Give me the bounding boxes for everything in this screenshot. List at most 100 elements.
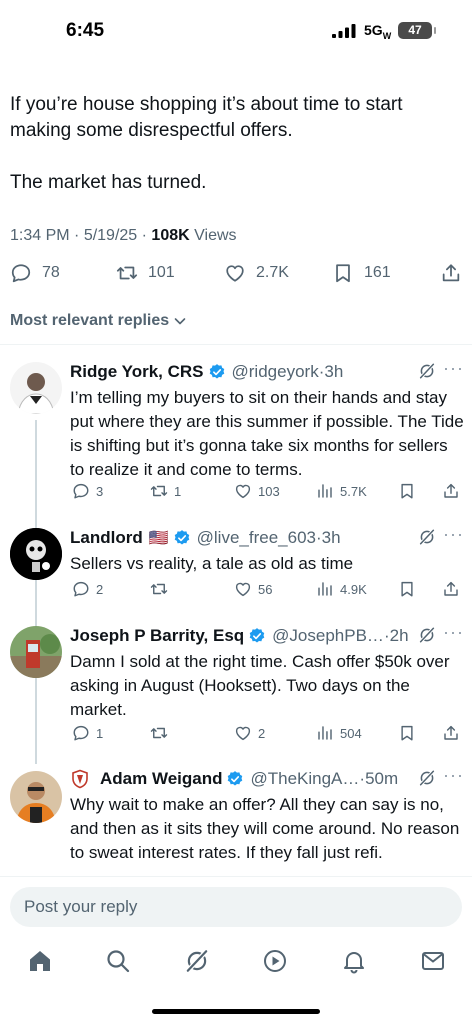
views-button[interactable]: 504 (316, 724, 362, 742)
author-name[interactable]: Ridge York, CRS (70, 362, 204, 382)
author-handle[interactable]: @JosephPB… (272, 626, 384, 646)
repost-button[interactable] (150, 724, 168, 742)
like-button[interactable]: 2.7K (224, 262, 289, 284)
like-button[interactable]: 2 (234, 724, 265, 742)
video-icon[interactable] (262, 948, 288, 974)
views-icon (316, 482, 334, 500)
author-name[interactable]: Adam Weigand (100, 769, 222, 789)
reply-action-bar: 3 1 103 5.7K (70, 482, 460, 502)
bookmark-button[interactable] (398, 482, 416, 500)
search-icon[interactable] (105, 948, 131, 974)
chevron-down-icon (174, 318, 186, 325)
share-button[interactable] (442, 482, 460, 500)
bookmark-icon (398, 724, 416, 742)
author-handle[interactable]: @TheKingA… (250, 769, 359, 789)
repost-icon (116, 262, 138, 284)
reply-text: Why wait to make an offer? All they can … (70, 795, 460, 862)
battery-icon: 47 (398, 22, 436, 39)
status-bar: 6:45 5GW 47 (0, 0, 472, 64)
reply-input[interactable]: Post your reply (10, 887, 462, 927)
more-options-icon[interactable]: ··· (443, 358, 464, 379)
grok-icon[interactable] (418, 626, 436, 644)
reply-button[interactable]: 78 (10, 262, 60, 284)
tweet-date[interactable]: 5/19/25 (84, 227, 137, 244)
like-button[interactable]: 56 (234, 580, 272, 598)
bookmark-icon (398, 482, 416, 500)
reply-header: Adam Weigand @TheKingA… · 50m (70, 767, 465, 791)
home-icon[interactable] (27, 948, 53, 974)
share-icon (440, 262, 462, 284)
share-button[interactable] (442, 580, 460, 598)
tweet-action-bar: 78 101 2.7K 161 (10, 262, 462, 288)
tweet-views-count[interactable]: 108K (151, 227, 189, 244)
tweet-text: If you’re house shopping it’s about time… (10, 92, 460, 222)
verified-badge-icon (226, 770, 244, 788)
home-indicator (152, 1009, 320, 1014)
like-button[interactable]: 103 (234, 482, 280, 500)
author-handle[interactable]: @live_free_603 (197, 528, 316, 548)
reply-button[interactable]: 2 (72, 580, 103, 598)
author-handle[interactable]: @ridgeyork (232, 362, 319, 382)
tweet-paragraph: The market has turned. (10, 172, 207, 193)
views-button[interactable]: 5.7K (316, 482, 367, 500)
grok-icon[interactable] (418, 769, 436, 787)
share-button[interactable] (440, 262, 462, 284)
reply-item[interactable]: Landlord 🇺🇸 @live_free_603 · 3h ··· Sell… (0, 524, 472, 606)
heart-icon (234, 724, 252, 742)
reply-button[interactable]: 1 (72, 724, 103, 742)
bookmark-icon (398, 580, 416, 598)
author-name[interactable]: Joseph P Barrity, Esq (70, 626, 244, 646)
reply-icon (10, 262, 32, 284)
grok-icon[interactable] (184, 948, 210, 974)
tweet-views-label: Views (194, 227, 237, 244)
bookmark-button[interactable] (398, 724, 416, 742)
thread-line (35, 684, 37, 764)
more-options-icon[interactable]: ··· (443, 622, 464, 643)
reply-action-bar: 1 2 504 (70, 724, 460, 744)
repost-button[interactable] (150, 580, 168, 598)
repost-button[interactable]: 101 (116, 262, 175, 284)
verified-badge-icon (248, 627, 266, 645)
bookmark-button[interactable] (398, 580, 416, 598)
author-name[interactable]: Landlord (70, 528, 143, 548)
reply-action-bar: 2 56 4.9K (70, 580, 460, 600)
flag-emoji: 🇺🇸 (148, 530, 169, 547)
heart-icon (234, 580, 252, 598)
reply-header: Ridge York, CRS @ridgeyork · 3h (70, 362, 344, 382)
more-options-icon[interactable]: ··· (443, 524, 464, 545)
share-icon (442, 580, 460, 598)
reply-item[interactable]: Adam Weigand @TheKingA… · 50m ··· Why wa… (0, 767, 472, 875)
tweet-time[interactable]: 1:34 PM (10, 227, 70, 244)
repost-button[interactable]: 1 (150, 482, 181, 500)
messages-icon[interactable] (420, 948, 446, 974)
repost-icon (150, 724, 168, 742)
tweet-meta: 1:34 PM · 5/19/25 · 108K Views (10, 227, 237, 244)
views-icon (316, 724, 334, 742)
grok-icon[interactable] (418, 528, 436, 546)
reply-item[interactable]: Ridge York, CRS @ridgeyork · 3h ··· I’m … (0, 358, 472, 718)
avatar[interactable] (10, 626, 62, 678)
reply-sort-dropdown[interactable]: Most relevant replies (10, 312, 187, 330)
avatar[interactable] (10, 771, 62, 823)
avatar[interactable] (10, 528, 62, 580)
reply-text: Damn I sold at the right time. Cash offe… (70, 652, 450, 719)
notifications-icon[interactable] (341, 948, 367, 974)
more-options-icon[interactable]: ··· (443, 767, 464, 786)
reply-header: Joseph P Barrity, Esq @JosephPB… · 2h (70, 626, 409, 646)
grok-icon[interactable] (418, 362, 436, 380)
tweet-paragraph: If you’re house shopping it’s about time… (10, 94, 403, 141)
avatar[interactable] (10, 362, 62, 414)
verified-badge-icon (173, 529, 191, 547)
reply-item[interactable]: Joseph P Barrity, Esq @JosephPB… · 2h ··… (0, 622, 472, 764)
share-button[interactable] (442, 724, 460, 742)
reply-button[interactable]: 3 (72, 482, 103, 500)
reply-time: 50m (365, 769, 399, 788)
views-icon (316, 580, 334, 598)
views-button[interactable]: 4.9K (316, 580, 367, 598)
avatar-image (10, 771, 62, 823)
bookmark-button[interactable]: 161 (332, 262, 391, 284)
status-time: 6:45 (66, 20, 105, 41)
repost-count: 101 (148, 264, 175, 281)
verified-badge-icon (208, 363, 226, 381)
reply-icon (72, 580, 90, 598)
